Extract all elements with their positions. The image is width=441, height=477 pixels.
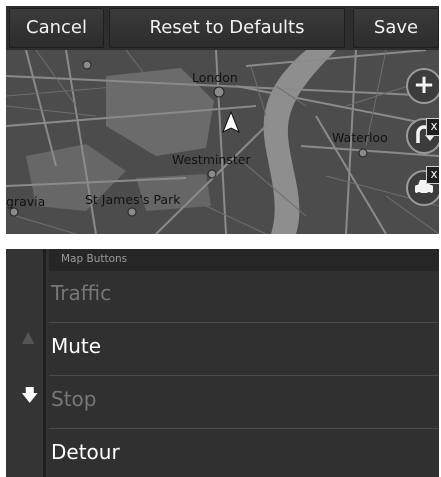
- map-panel: London Westminster Waterloo St James's P…: [6, 6, 439, 234]
- list-item-detour[interactable]: Detour: [49, 430, 439, 477]
- scroll-rail[interactable]: ▲ 🡇: [6, 249, 46, 477]
- list-item-label: Detour: [51, 440, 120, 464]
- reset-to-defaults-button[interactable]: Reset to Defaults: [109, 8, 345, 48]
- list-header-label: Map Buttons: [61, 253, 128, 265]
- remove-traffic-badge[interactable]: x: [426, 166, 439, 184]
- place-label-st-james-park: St James's Park: [85, 192, 181, 207]
- list-item-traffic[interactable]: Traffic: [49, 271, 439, 323]
- scroll-up-arrow-icon[interactable]: ▲: [22, 327, 34, 346]
- place-label-waterloo: Waterloo: [332, 130, 388, 145]
- place-label-london: London: [192, 70, 238, 85]
- scroll-down-arrow-icon[interactable]: 🡇: [21, 383, 38, 412]
- list-header: Map Buttons: [49, 249, 439, 271]
- map-buttons-list-panel: ▲ 🡇 Map Buttons Traffic Mute Stop Detour: [6, 249, 439, 477]
- zoom-in-button[interactable]: +: [406, 68, 439, 104]
- place-label-westminster: Westminster: [172, 152, 251, 167]
- plus-icon: +: [413, 70, 435, 100]
- list-item-label: Stop: [51, 387, 97, 411]
- remove-detour-badge[interactable]: x: [426, 118, 439, 136]
- list-item-label: Traffic: [51, 281, 112, 305]
- list-item-mute[interactable]: Mute: [49, 324, 439, 376]
- save-button[interactable]: Save: [353, 8, 439, 48]
- list-item-stop[interactable]: Stop: [49, 377, 439, 429]
- place-label-gravia: gravia: [6, 194, 46, 209]
- list-item-label: Mute: [51, 334, 102, 358]
- toolbar: Cancel Reset to Defaults Save: [6, 6, 439, 50]
- cancel-button[interactable]: Cancel: [9, 8, 104, 48]
